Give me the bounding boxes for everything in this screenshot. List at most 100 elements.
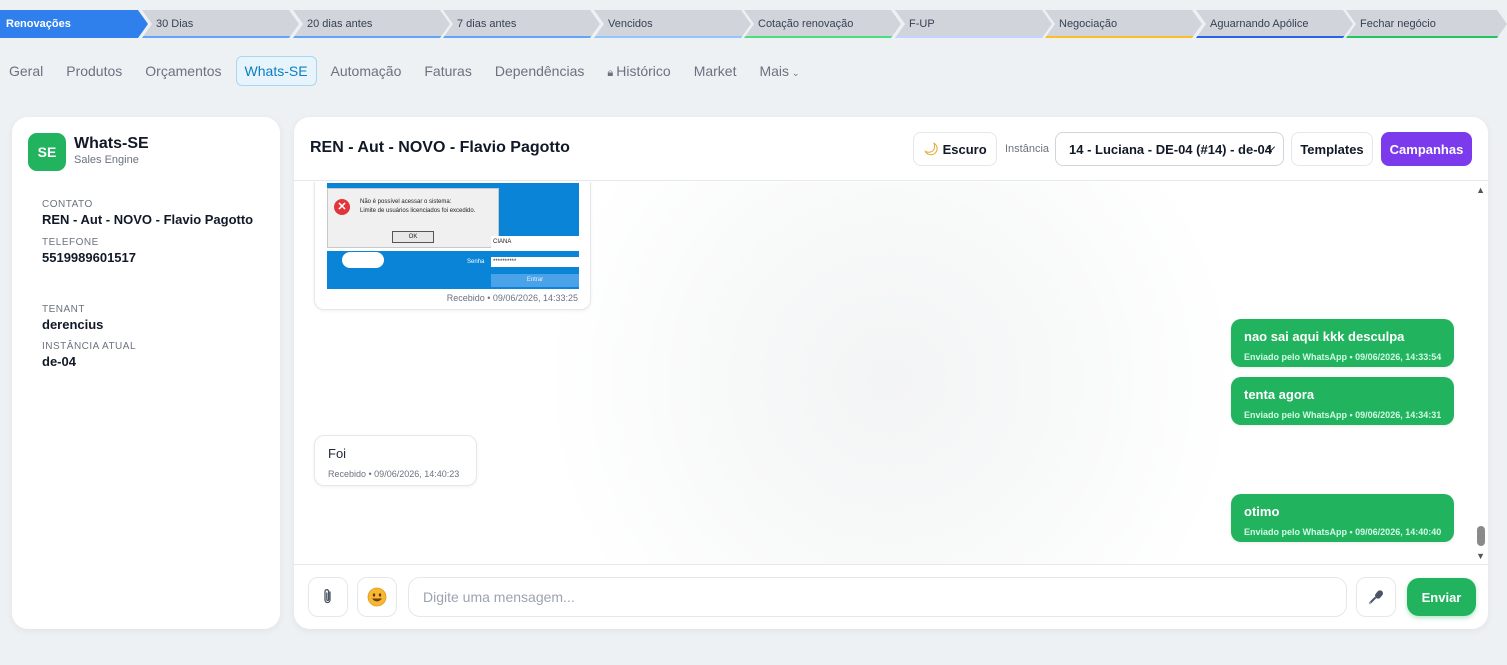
contact-info-card: SE Whats-SE Sales Engine CONTATO REN - A… (12, 117, 280, 629)
instance-selected-value: 14 - Luciana - DE-04 (#14) - de-04 (1069, 141, 1273, 157)
instancia-label: INSTÂNCIA ATUAL (42, 341, 137, 352)
incoming-message[interactable]: Foi Recebido • 09/06/2026, 14:40:23 (314, 435, 477, 486)
message-meta: Enviado pelo WhatsApp • 09/06/2026, 14:3… (1244, 352, 1442, 362)
app-subtitle: Sales Engine (74, 153, 139, 166)
stage-30-dias[interactable]: 30 Dias (142, 10, 299, 38)
stage-7-dias-antes[interactable]: 7 dias antes (443, 10, 600, 38)
emoji-button[interactable] (357, 577, 397, 617)
outgoing-message[interactable]: nao sai aqui kkk desculpa Enviado pelo W… (1231, 319, 1454, 367)
paperclip-icon (324, 589, 331, 604)
stage-label: Renovações (6, 18, 71, 30)
instance-select[interactable]: 14 - Luciana - DE-04 (#14) - de-04 ⌵ (1055, 132, 1284, 166)
message-text: tenta agora (1244, 387, 1315, 402)
message-meta: Enviado pelo WhatsApp • 09/06/2026, 14:3… (1244, 410, 1442, 420)
cloud-icon (341, 251, 385, 269)
theme-button-label: Escuro (942, 141, 987, 157)
tab-automacao[interactable]: Automação (322, 56, 411, 86)
dialog-line-2: Limite de usuários licenciados foi exced… (360, 208, 476, 214)
moon-icon: 🌙︎ (923, 142, 939, 156)
stage-label: 20 dias antes (307, 18, 373, 30)
lock-icon: 🔒︎ (607, 66, 614, 79)
tab-faturas[interactable]: Faturas (415, 56, 480, 86)
screenshot-image[interactable]: ✕ Não é possível acessar o sistema: Limi… (327, 183, 579, 289)
stage-fechar-negocio[interactable]: Fechar negócio (1346, 10, 1507, 38)
tab-orcamentos[interactable]: Orçamentos (136, 56, 230, 86)
campaigns-button[interactable]: Campanhas (1381, 132, 1472, 166)
image-message-bubble[interactable]: ✕ Não é possível acessar o sistema: Limi… (314, 182, 591, 310)
stage-20-dias-antes[interactable]: 20 dias antes (293, 10, 450, 38)
tenant-block: TENANT derencius (42, 304, 103, 332)
app-avatar: SE (28, 133, 66, 171)
user-field: CIANA (491, 236, 579, 248)
outgoing-message[interactable]: tenta agora Enviado pelo WhatsApp • 09/0… (1231, 377, 1454, 425)
microphone-icon (1368, 590, 1383, 605)
tab-bar: Geral Produtos Orçamentos Whats-SE Autom… (0, 56, 814, 86)
stage-f-up[interactable]: F-UP (895, 10, 1052, 38)
tab-geral[interactable]: Geral (0, 56, 52, 86)
stage-label: F-UP (909, 18, 935, 30)
scroll-down-arrow[interactable]: ▼ (1476, 551, 1485, 561)
stage-negociacao[interactable]: Negociação (1045, 10, 1202, 38)
instancia-block: INSTÂNCIA ATUAL de-04 (42, 341, 136, 369)
tenant-value: derencius (42, 317, 104, 332)
scrollbar-thumb[interactable] (1477, 526, 1485, 546)
stage-label: Fechar negócio (1360, 18, 1436, 30)
telefone-label: TELEFONE (42, 237, 99, 248)
tab-mais[interactable]: Mais ⌄ (750, 56, 808, 86)
stage-label: Vencidos (608, 18, 653, 30)
chevron-down-icon: ⌵ (1266, 142, 1275, 154)
stage-cotacao-renovacao[interactable]: Cotação renovação (744, 10, 901, 38)
outgoing-message[interactable]: otimo Enviado pelo WhatsApp • 09/06/2026… (1231, 494, 1454, 542)
dialog-line-1: Não é possível acessar o sistema: (360, 199, 452, 205)
message-input[interactable] (408, 577, 1347, 617)
smiley-icon (367, 587, 387, 607)
tab-historico[interactable]: 🔒︎ Histórico (598, 56, 679, 87)
contato-label: CONTATO (42, 199, 93, 210)
chat-panel: REN - Aut - NOVO - Flavio Pagotto 🌙︎ Esc… (294, 117, 1488, 629)
tab-dependencias[interactable]: Dependências (486, 56, 594, 86)
contato-block: CONTATO REN - Aut - NOVO - Flavio Pagott… (42, 199, 253, 227)
telefone-value: 5519989601517 (42, 250, 136, 265)
chevron-down-icon: ⌄ (792, 68, 800, 78)
password-field: ********** (491, 257, 579, 267)
tab-historico-label: Histórico (616, 62, 671, 79)
stage-label: Negociação (1059, 18, 1118, 30)
tab-market[interactable]: Market (685, 56, 746, 86)
theme-toggle-button[interactable]: 🌙︎ Escuro (913, 132, 997, 166)
chat-header: REN - Aut - NOVO - Flavio Pagotto 🌙︎ Esc… (294, 117, 1488, 181)
stage-label: Aguarnando Apólice (1210, 18, 1309, 30)
app-brand: SE Whats-SE Sales Engine (28, 133, 149, 171)
send-button[interactable]: Enviar (1407, 578, 1476, 616)
chat-title: REN - Aut - NOVO - Flavio Pagotto (310, 139, 570, 156)
stage-renovacoes[interactable]: Renovações (0, 10, 148, 38)
error-dialog: ✕ Não é possível acessar o sistema: Limi… (327, 188, 499, 248)
tab-mais-label: Mais (759, 63, 790, 79)
tab-whats-se[interactable]: Whats-SE (235, 56, 317, 86)
message-list[interactable]: ✕ Não é possível acessar o sistema: Limi… (294, 182, 1488, 564)
message-text: Foi (328, 446, 347, 461)
message-text: otimo (1244, 504, 1280, 519)
message-meta: Recebido • 09/06/2026, 14:33:25 (446, 293, 578, 303)
scroll-up-arrow[interactable]: ▲ (1476, 185, 1485, 195)
instance-label: Instância (1005, 143, 1050, 155)
tab-produtos[interactable]: Produtos (57, 56, 131, 86)
message-meta: Enviado pelo WhatsApp • 09/06/2026, 14:4… (1244, 527, 1442, 537)
tenant-label: TENANT (42, 304, 85, 315)
pipeline-stages: Renovações 30 Dias 20 dias antes 7 dias … (0, 10, 1507, 38)
message-text: nao sai aqui kkk desculpa (1244, 329, 1405, 344)
stage-label: 7 dias antes (457, 18, 517, 30)
message-meta: Recebido • 09/06/2026, 14:40:23 (328, 469, 460, 479)
attach-button[interactable] (308, 577, 348, 617)
message-composer: Enviar (294, 564, 1488, 629)
dialog-ok-button: OK (392, 231, 434, 243)
contato-value: REN - Aut - NOVO - Flavio Pagotto (42, 212, 254, 227)
telefone-block: TELEFONE 5519989601517 (42, 237, 136, 265)
senha-label: Senha (467, 259, 485, 265)
entrar-button: Entrar (491, 274, 579, 287)
stage-vencidos[interactable]: Vencidos (594, 10, 751, 38)
error-icon: ✕ (334, 199, 350, 215)
stage-label: Cotação renovação (758, 18, 854, 30)
voice-record-button[interactable] (1356, 577, 1396, 617)
templates-button[interactable]: Templates (1291, 132, 1373, 166)
stage-aguardando-apolice[interactable]: Aguarnando Apólice (1196, 10, 1353, 38)
